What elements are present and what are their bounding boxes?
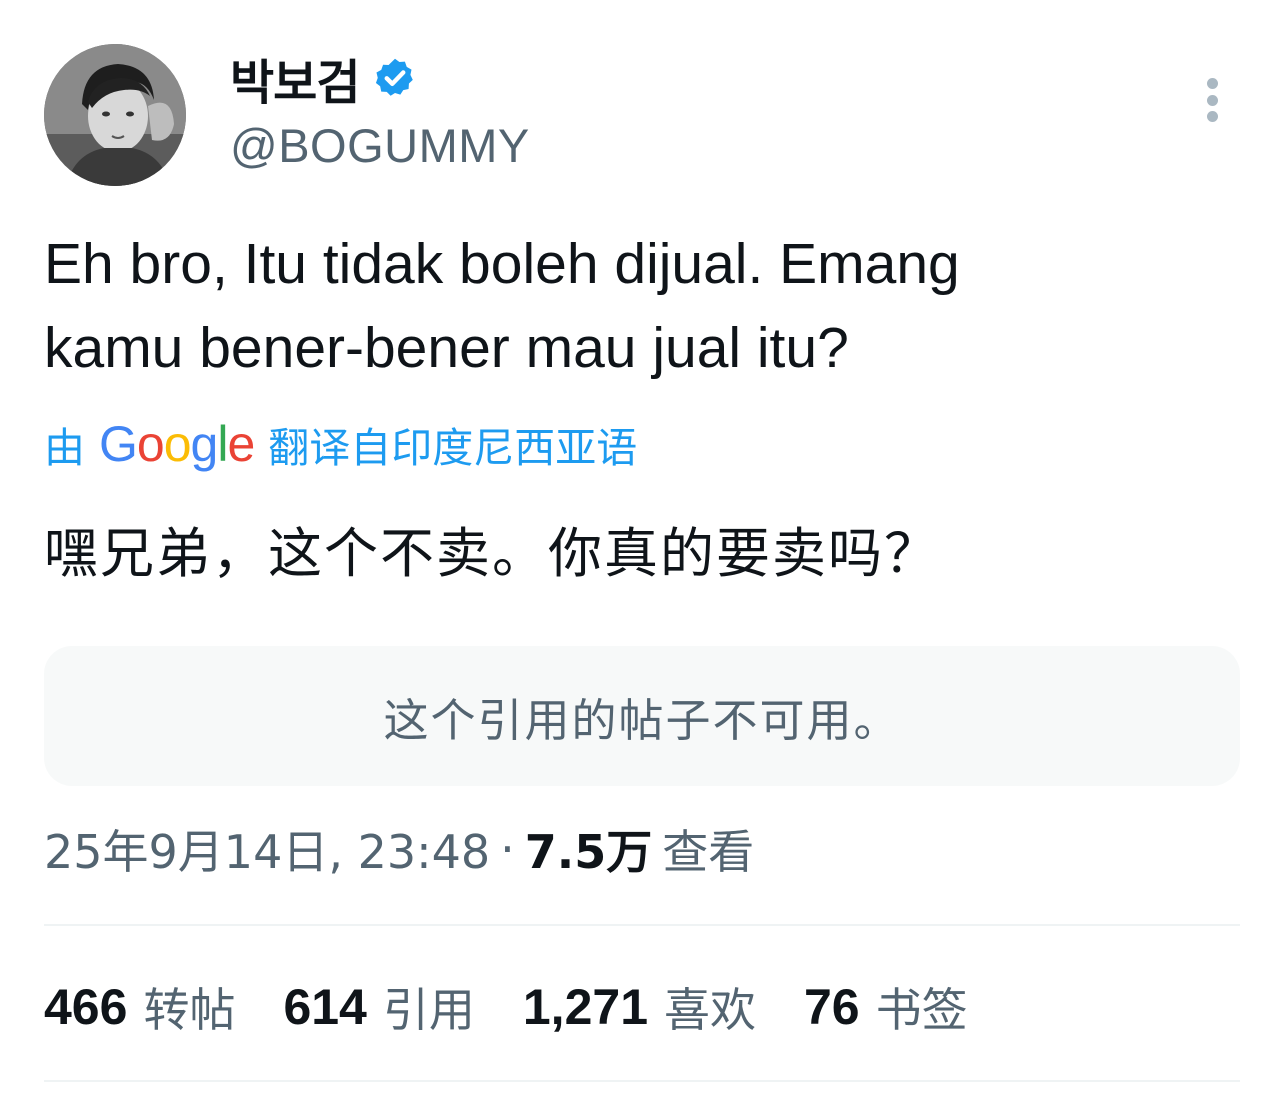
quoted-post-unavailable: 这个引用的帖子不可用。	[44, 646, 1240, 786]
timestamp[interactable]: 25年9月14日, 23:48	[44, 816, 490, 882]
likes-label: 喜欢	[664, 983, 756, 1037]
author-name-row[interactable]: 박보검	[230, 48, 417, 111]
more-dot	[1206, 111, 1218, 122]
tweet-text: Eh bro, Itu tidak boleh dijual. Emang ka…	[44, 222, 1224, 390]
likes-stat[interactable]: 1,271 喜欢	[523, 974, 756, 1040]
divider	[44, 924, 1240, 926]
more-options-icon[interactable]	[1190, 74, 1234, 126]
more-dot	[1206, 78, 1218, 89]
google-logo: Google	[99, 416, 255, 472]
meta-separator: ·	[500, 822, 515, 876]
retweets-count: 466	[44, 979, 128, 1035]
likes-count: 1,271	[522, 979, 648, 1035]
tweet-text-line: kamu bener-bener mau jual itu?	[44, 316, 849, 380]
avatar-photo	[44, 44, 186, 186]
divider	[44, 1080, 1240, 1082]
retweets-label: 转帖	[143, 983, 236, 1037]
translation-attribution[interactable]: 由 Google 翻译自印度尼西亚语	[44, 412, 637, 476]
display-name[interactable]: 박보검	[230, 43, 360, 113]
quotes-stat[interactable]: 614 引用	[283, 974, 474, 1040]
author-handle[interactable]: @BOGUMMY	[230, 118, 530, 173]
views-label: 查看	[662, 825, 755, 879]
retweets-stat[interactable]: 466 转帖	[44, 974, 235, 1040]
tweet-meta: 25年9月14日, 23:48 · 7.5万 查看	[44, 814, 754, 884]
avatar[interactable]	[44, 44, 186, 186]
quotes-count: 614	[283, 979, 367, 1035]
tweet-text-line: Eh bro, Itu tidak boleh dijual. Emang	[44, 232, 960, 296]
bookmarks-count: 76	[804, 979, 860, 1035]
views-count: 7.5万	[524, 825, 653, 879]
more-dot	[1206, 94, 1218, 106]
engagement-stats: 466 转帖 614 引用 1,271 喜欢 76 书签	[44, 974, 1016, 1040]
quotes-label: 引用	[382, 983, 475, 1037]
bookmarks-label: 书签	[875, 983, 968, 1037]
translation-suffix: 翻译自印度尼西亚语	[268, 424, 638, 472]
translated-text: 嘿兄弟，这个不卖。你真的要卖吗？	[44, 522, 940, 585]
bookmarks-stat[interactable]: 76 书签	[804, 974, 968, 1040]
translation-prefix: 由	[44, 424, 85, 472]
quoted-unavailable-text: 这个引用的帖子不可用。	[383, 693, 901, 747]
verified-badge-icon	[373, 56, 417, 100]
